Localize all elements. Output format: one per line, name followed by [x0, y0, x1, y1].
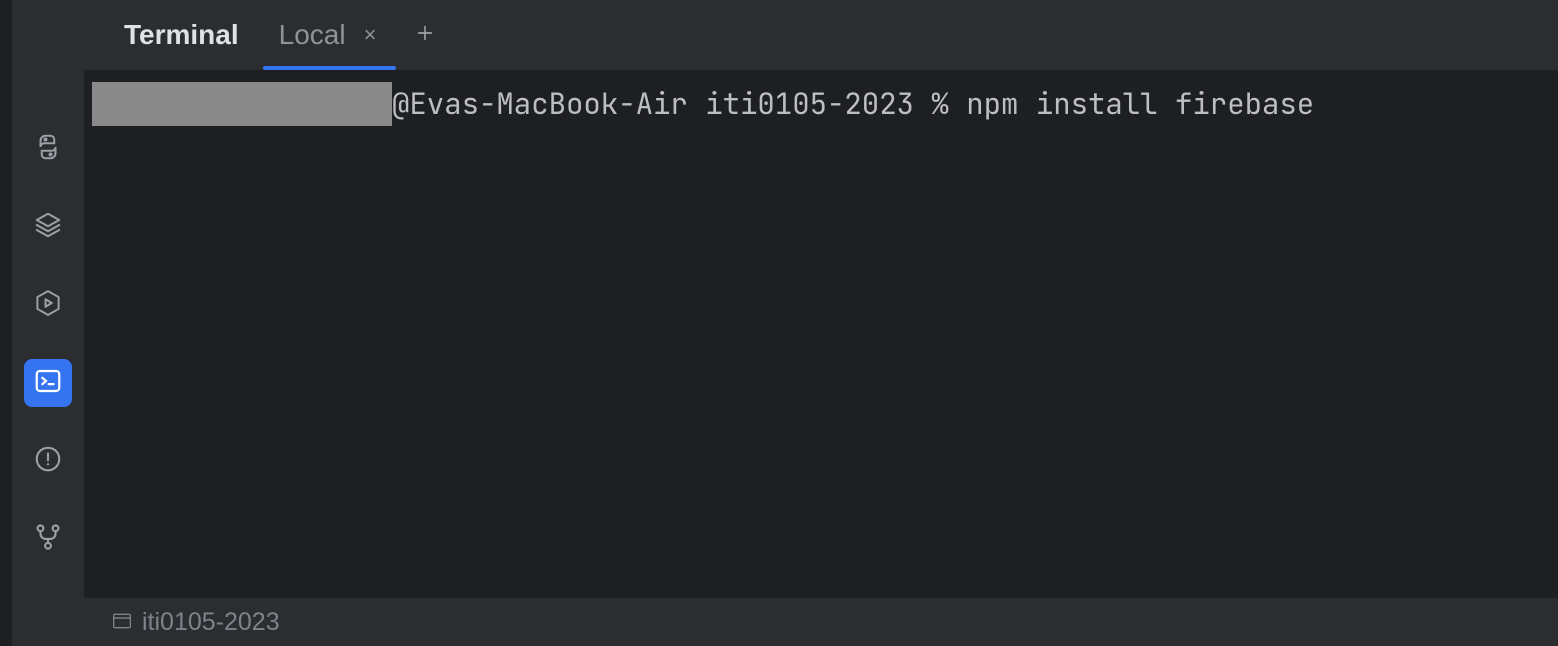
sidebar-item-packages[interactable] — [24, 203, 72, 251]
sidebar-item-terminal[interactable] — [24, 359, 72, 407]
status-project[interactable]: iti0105-2023 — [112, 608, 280, 637]
warning-circle-icon — [33, 444, 63, 479]
git-branch-icon — [33, 522, 63, 557]
main-panel: Terminal Local × @Evas-MacBook-Air iti01… — [84, 0, 1558, 646]
terminal-output[interactable]: @Evas-MacBook-Air iti0105-2023 % npm ins… — [84, 70, 1558, 598]
terminal-line: @Evas-MacBook-Air iti0105-2023 % npm ins… — [84, 82, 1558, 126]
sidebar-item-services[interactable] — [24, 281, 72, 329]
tool-sidebar — [12, 0, 84, 646]
tab-local-label: Local — [279, 19, 346, 51]
terminal-panel-title[interactable]: Terminal — [108, 0, 255, 70]
tab-title-label: Terminal — [124, 19, 239, 51]
sidebar-item-python[interactable] — [24, 125, 72, 173]
status-project-label: iti0105-2023 — [142, 608, 280, 637]
status-bar: iti0105-2023 — [84, 598, 1558, 646]
terminal-text: @Evas-MacBook-Air iti0105-2023 % npm ins… — [392, 84, 1314, 123]
app-root: Terminal Local × @Evas-MacBook-Air iti01… — [0, 0, 1558, 646]
sidebar-item-problems[interactable] — [24, 437, 72, 485]
terminal-tab-bar: Terminal Local × — [84, 0, 1558, 70]
layers-icon — [33, 210, 63, 245]
new-tab-button[interactable] — [404, 22, 446, 49]
hexagon-play-icon — [33, 288, 63, 323]
window-icon — [112, 608, 132, 637]
plus-icon — [414, 22, 436, 49]
terminal-icon — [33, 366, 63, 401]
python-icon — [33, 132, 63, 167]
close-icon[interactable]: × — [360, 20, 381, 50]
sidebar-item-git[interactable] — [24, 515, 72, 563]
window-gutter — [0, 0, 12, 646]
redacted-username — [92, 82, 392, 126]
tab-local[interactable]: Local × — [263, 0, 397, 70]
